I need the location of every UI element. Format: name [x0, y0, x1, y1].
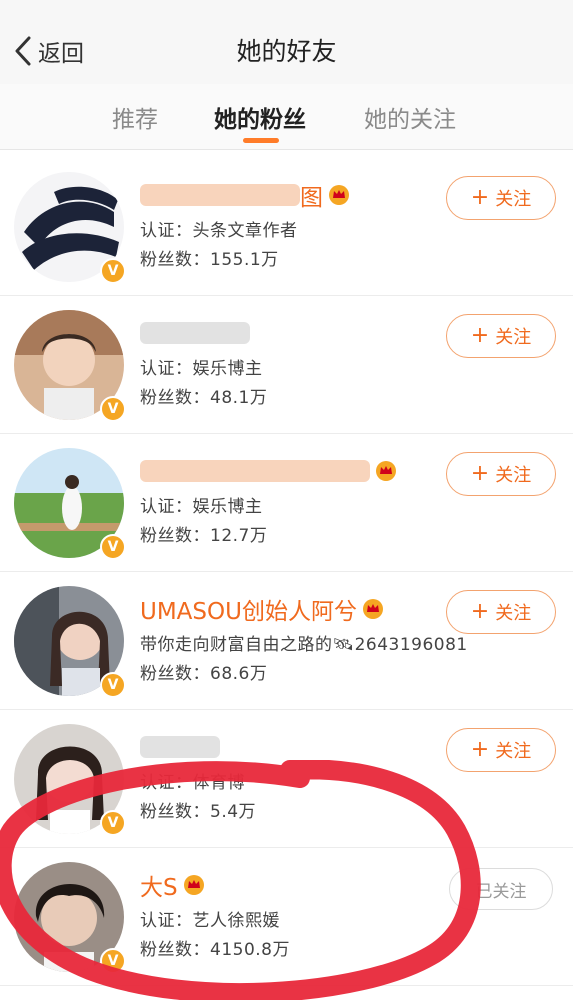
verified-badge-icon: V — [100, 948, 126, 974]
follow-button[interactable]: + 关注 — [446, 314, 556, 358]
follow-button[interactable]: + 关注 — [446, 176, 556, 220]
verified-badge-icon: V — [100, 396, 126, 422]
verified-badge-icon: V — [100, 810, 126, 836]
tab-recommend[interactable]: 推荐 — [112, 100, 158, 134]
list-item[interactable]: V 大S 认证：艺人徐熙媛 粉丝数：4150.8万 已关注 — [0, 848, 573, 986]
list-item[interactable]: V 图 认证：头条文章作者 粉丝数：155.1万 + 关注 — [0, 158, 573, 296]
user-fans-count: 粉丝数：48.1万 — [140, 388, 268, 408]
user-fans-count: 粉丝数：68.6万 — [140, 664, 268, 684]
avatar[interactable]: V — [14, 862, 126, 974]
avatar[interactable]: V — [14, 724, 126, 836]
list-item[interactable]: V UMASOU创始人阿兮 带你走向财富自由之路的🛰2643196081 粉丝数… — [0, 572, 573, 710]
vip-crown-icon — [374, 460, 398, 482]
plus-icon: + — [470, 323, 490, 348]
user-fans-count: 粉丝数：12.7万 — [140, 526, 268, 546]
user-name[interactable]: 图 — [300, 178, 323, 212]
plus-icon: + — [470, 737, 490, 762]
list-item[interactable]: V 认证：体育博 粉丝数：5.4万 + 关注 — [0, 710, 573, 848]
tab-bar: 推荐 她的粉丝 她的关注 — [0, 84, 573, 150]
user-fans-count: 粉丝数：5.4万 — [140, 802, 257, 822]
followed-button[interactable]: 已关注 — [449, 868, 553, 910]
avatar[interactable]: V — [14, 586, 126, 698]
avatar[interactable]: V — [14, 448, 126, 560]
page-title: 她的好友 — [236, 37, 337, 66]
user-fans-count: 粉丝数：155.1万 — [140, 250, 279, 270]
vip-crown-icon — [182, 874, 206, 896]
verified-badge-icon: V — [100, 672, 126, 698]
verified-badge-icon: V — [100, 258, 126, 284]
user-verification: 认证：娱乐博主 — [140, 497, 263, 517]
plus-icon: + — [470, 461, 490, 486]
user-name[interactable]: UMASOU创始人阿兮 — [140, 592, 357, 626]
follow-button[interactable]: + 关注 — [446, 452, 556, 496]
user-name[interactable]: 大S — [140, 868, 178, 902]
tab-her-following[interactable]: 她的关注 — [364, 100, 456, 134]
user-bio: 带你走向财富自由之路的🛰2643196081 — [140, 635, 468, 655]
vip-crown-icon — [361, 598, 385, 620]
list-item[interactable]: V 认证：娱乐博主 粉丝数：12.7万 + 关注 — [0, 434, 573, 572]
user-verification: 认证：娱乐博主 — [140, 359, 263, 379]
user-verification: 认证：体育博 — [140, 773, 245, 793]
user-verification: 认证：艺人徐熙媛 — [140, 911, 280, 931]
plus-icon: + — [470, 185, 490, 210]
list-item[interactable]: V 认证：娱乐博主 粉丝数：48.1万 + 关注 — [0, 296, 573, 434]
follow-button[interactable]: + 关注 — [446, 590, 556, 634]
avatar[interactable]: V — [14, 310, 126, 422]
avatar[interactable]: V — [14, 172, 126, 284]
follow-button[interactable]: + 关注 — [446, 728, 556, 772]
user-fans-count: 粉丝数：4150.8万 — [140, 940, 290, 960]
tab-her-fans[interactable]: 她的粉丝 — [214, 100, 306, 134]
plus-icon: + — [470, 599, 490, 624]
user-verification: 认证：头条文章作者 — [140, 221, 298, 241]
active-tab-indicator — [243, 138, 279, 143]
vip-crown-icon — [327, 184, 351, 206]
verified-badge-icon: V — [100, 534, 126, 560]
